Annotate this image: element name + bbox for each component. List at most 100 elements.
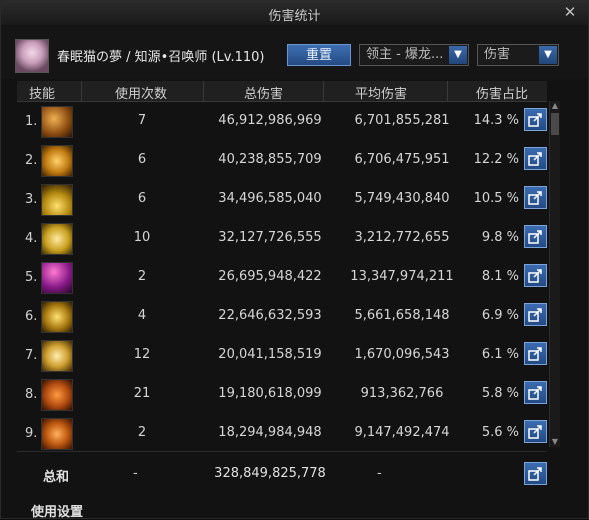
skill-icon — [41, 340, 73, 372]
scroll-down-icon[interactable]: ▼ — [550, 437, 560, 447]
use-count: 10 — [133, 230, 151, 245]
use-count: 12 — [133, 347, 151, 362]
table-row: 5. 2 26,695,948,422 13,347,974,211 8.1 % — [17, 258, 547, 297]
chevron-down-icon[interactable]: ▼ — [449, 46, 467, 64]
damage-share: 6.1 % — [481, 347, 519, 362]
export-button[interactable] — [524, 420, 547, 443]
total-average: - — [377, 466, 382, 481]
export-icon — [528, 113, 542, 127]
total-damage: 22,646,632,593 — [218, 308, 322, 323]
use-count: 2 — [137, 425, 147, 440]
export-icon — [528, 347, 542, 361]
row-rank: 1. — [25, 114, 38, 129]
column-divider — [447, 81, 448, 101]
export-button[interactable] — [524, 147, 547, 170]
title-bar[interactable]: 伤害统计 ✕ — [1, 1, 588, 26]
total-damage: 26,695,948,422 — [218, 269, 322, 284]
target-filter-select[interactable]: 领主 - 爆龙... ▼ — [359, 44, 469, 66]
table-row: 6. 4 22,646,632,593 5,661,658,148 6.9 % — [17, 297, 547, 336]
skill-icon — [41, 223, 73, 255]
damage-share: 9.8 % — [481, 230, 519, 245]
total-damage: 32,127,726,555 — [218, 230, 322, 245]
damage-share: 5.6 % — [481, 425, 519, 440]
col-header-avg[interactable]: 平均伤害 — [355, 83, 407, 102]
table-row: 4. 10 32,127,726,555 3,212,772,655 9.8 % — [17, 219, 547, 258]
col-header-skill[interactable]: 技能 — [29, 83, 55, 102]
damage-share: 12.2 % — [473, 152, 519, 167]
col-header-total[interactable]: 总伤害 — [244, 83, 283, 102]
total-damage: 18,294,984,948 — [218, 425, 322, 440]
stat-type-value: 伤害 — [484, 47, 511, 62]
row-rank: 9. — [25, 426, 38, 441]
export-button[interactable] — [524, 342, 547, 365]
skill-icon — [41, 418, 73, 450]
character-name: 春眠猫の夢 / 知源•召唤师 (Lv.110) — [57, 50, 265, 65]
export-icon — [528, 386, 542, 400]
table-header: 技能 使用次数 总伤害 平均伤害 伤害占比 — [17, 81, 547, 102]
row-rank: 4. — [25, 231, 38, 246]
total-damage-sum: 328,849,825,778 — [214, 466, 326, 481]
table-scrollbar[interactable]: ▲ ▼ — [549, 101, 560, 447]
export-button[interactable] — [524, 264, 547, 287]
damage-stats-window: 伤害统计 ✕ 春眠猫の夢 / 知源•召唤师 (Lv.110) 重置 领主 - 爆… — [0, 0, 589, 520]
scroll-up-icon[interactable]: ▲ — [550, 101, 560, 111]
table-row: 9. 2 18,294,984,948 9,147,492,474 5.6 % — [17, 414, 547, 453]
damage-share: 5.8 % — [481, 386, 519, 401]
window-title: 伤害统计 — [268, 9, 321, 24]
usage-settings-link[interactable]: 使用设置 — [31, 501, 83, 520]
total-damage: 20,041,158,519 — [218, 347, 322, 362]
row-rank: 6. — [25, 309, 38, 324]
export-icon — [528, 230, 542, 244]
export-button[interactable] — [524, 303, 547, 326]
export-button[interactable] — [524, 225, 547, 248]
total-row: 总和 - 328,849,825,778 - — [17, 451, 547, 496]
export-button[interactable] — [524, 186, 547, 209]
skill-icon — [41, 106, 73, 138]
table-row: 2. 6 40,238,855,709 6,706,475,951 12.2 % — [17, 141, 547, 180]
skill-icon — [41, 262, 73, 294]
export-total-button[interactable] — [524, 462, 547, 485]
close-icon[interactable]: ✕ — [562, 4, 578, 20]
column-divider — [323, 81, 324, 101]
damage-share: 8.1 % — [481, 269, 519, 284]
total-count: - — [133, 466, 138, 481]
export-button[interactable] — [524, 108, 547, 131]
row-rank: 8. — [25, 387, 38, 402]
table-row: 8. 21 19,180,618,099 913,362,766 5.8 % — [17, 375, 547, 414]
target-filter-value: 领主 - 爆龙... — [366, 47, 444, 62]
row-rank: 5. — [25, 270, 38, 285]
total-damage: 40,238,855,709 — [218, 152, 322, 167]
export-icon — [528, 425, 542, 439]
table-row: 1. 7 46,912,986,969 6,701,855,281 14.3 % — [17, 102, 547, 141]
use-count: 2 — [137, 269, 147, 284]
scrollbar-thumb[interactable] — [551, 113, 559, 135]
chevron-down-icon[interactable]: ▼ — [539, 46, 557, 64]
avatar — [15, 39, 49, 73]
damage-share: 6.9 % — [481, 308, 519, 323]
export-icon — [528, 191, 542, 205]
row-rank: 3. — [25, 192, 38, 207]
stat-type-select[interactable]: 伤害 ▼ — [477, 44, 559, 66]
export-icon — [528, 152, 542, 166]
export-button[interactable] — [524, 381, 547, 404]
skill-icon — [41, 184, 73, 216]
column-divider — [81, 81, 82, 101]
use-count: 6 — [137, 152, 147, 167]
character-header: 春眠猫の夢 / 知源•召唤师 (Lv.110) 重置 领主 - 爆龙... ▼ … — [1, 25, 588, 79]
export-icon — [528, 269, 542, 283]
row-rank: 2. — [25, 153, 38, 168]
total-damage: 19,180,618,099 — [218, 386, 322, 401]
skill-icon — [41, 379, 73, 411]
total-label: 总和 — [43, 470, 70, 485]
col-header-share[interactable]: 伤害占比 — [476, 83, 528, 102]
damage-share: 10.5 % — [473, 191, 519, 206]
use-count: 6 — [137, 191, 147, 206]
column-divider — [203, 81, 204, 101]
col-header-count[interactable]: 使用次数 — [115, 83, 167, 102]
skill-damage-table: 技能 使用次数 总伤害 平均伤害 伤害占比 1. 7 46,912,986,96… — [17, 81, 547, 450]
use-count: 7 — [137, 113, 147, 128]
total-damage: 46,912,986,969 — [218, 113, 322, 128]
reset-button[interactable]: 重置 — [287, 44, 351, 66]
export-icon — [528, 467, 542, 481]
skill-icon — [41, 145, 73, 177]
